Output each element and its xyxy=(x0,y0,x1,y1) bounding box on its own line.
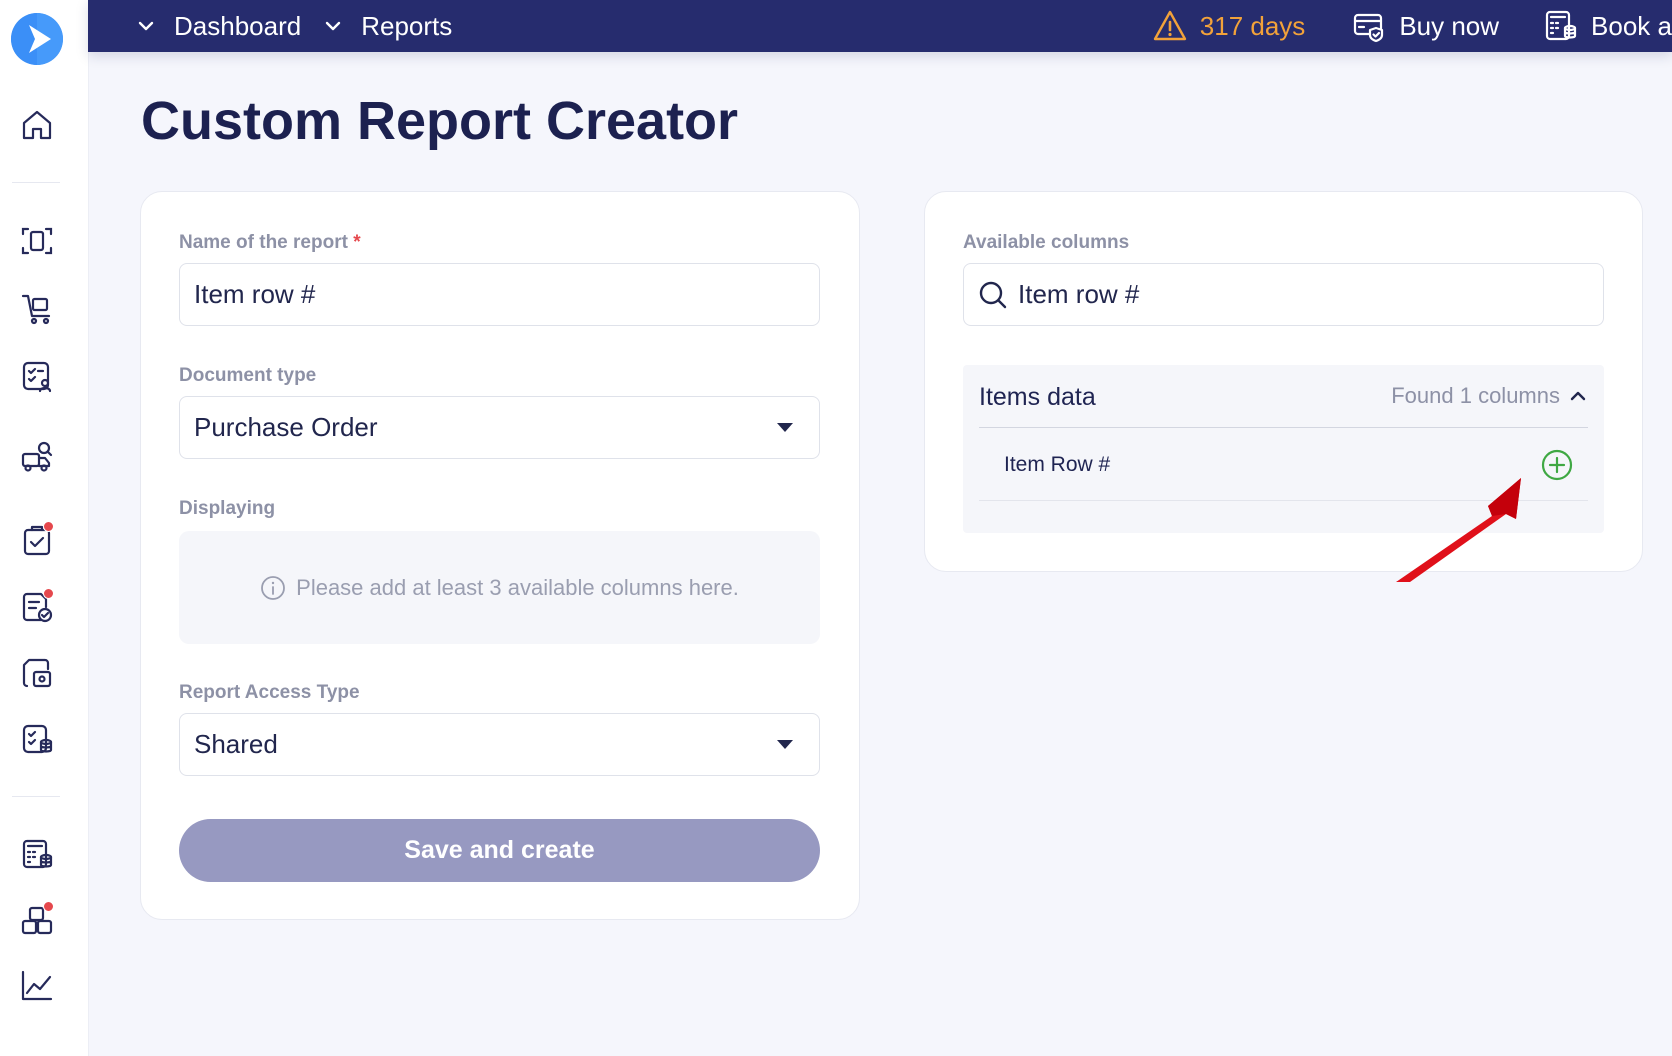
chevron-down-icon xyxy=(326,21,341,31)
caret-down-icon xyxy=(777,740,793,749)
sidebar-divider xyxy=(12,796,60,797)
boxes-icon[interactable] xyxy=(16,899,58,941)
analytics-chart-icon[interactable] xyxy=(16,965,58,1007)
add-column-icon[interactable] xyxy=(1541,449,1573,481)
access-type-value: Shared xyxy=(194,729,278,759)
book-demo-button[interactable]: Book a xyxy=(1543,8,1672,44)
document-type-select[interactable]: Purchase Order xyxy=(179,396,820,459)
document-approved-icon[interactable] xyxy=(16,586,58,628)
report-form-card: Name of the report * Item row # Document… xyxy=(140,191,860,920)
sidebar-divider xyxy=(12,182,60,183)
displaying-hint: Please add at least 3 available columns … xyxy=(296,574,739,600)
package-icon[interactable] xyxy=(16,652,58,694)
buy-now-button[interactable]: Buy now xyxy=(1351,8,1499,44)
task-user-icon[interactable] xyxy=(16,355,58,397)
document-type-value: Purchase Order xyxy=(194,412,378,442)
calculator-database-icon[interactable] xyxy=(16,833,58,875)
nav-dashboard[interactable]: Dashboard xyxy=(136,11,301,42)
trial-days-indicator[interactable]: 317 days xyxy=(1152,8,1306,44)
report-name-input[interactable]: Item row # xyxy=(179,263,820,326)
column-search-input[interactable]: Item row # xyxy=(963,263,1604,326)
report-name-label: Name of the report * xyxy=(179,232,361,254)
report-name-label-text: Name of the report xyxy=(179,232,348,253)
items-divider xyxy=(979,427,1588,428)
top-bar: Dashboard Reports 317 days Buy now Book … xyxy=(88,0,1672,52)
nav-dashboard-label: Dashboard xyxy=(174,10,302,41)
annotation-arrow xyxy=(1396,478,1521,582)
nav-reports-label: Reports xyxy=(361,10,453,41)
buy-now-label: Buy now xyxy=(1399,10,1500,41)
logo-play-icon xyxy=(11,13,63,65)
available-columns-label: Available columns xyxy=(963,232,1130,253)
trial-days-label: 317 days xyxy=(1199,10,1306,41)
access-type-label: Report Access Type xyxy=(179,682,360,703)
save-and-create-button[interactable]: Save and create xyxy=(179,819,820,882)
delivery-search-icon[interactable] xyxy=(16,436,58,478)
column-label: Item Row # xyxy=(1004,453,1111,476)
displaying-label: Displaying xyxy=(179,498,276,519)
chevron-down-icon xyxy=(138,21,154,31)
search-icon xyxy=(979,281,1007,308)
items-data-title[interactable]: Items data xyxy=(979,383,1096,412)
required-mark: * xyxy=(353,232,361,253)
document-type-label: Document type xyxy=(179,365,317,386)
report-name-value: Item row # xyxy=(194,279,316,309)
clipboard-check-icon[interactable] xyxy=(16,519,58,561)
cart-icon[interactable] xyxy=(16,287,58,329)
home-icon[interactable] xyxy=(16,104,58,146)
notification-dot xyxy=(43,521,54,532)
sidebar xyxy=(0,0,88,1056)
info-icon xyxy=(261,575,286,600)
calculator-database-icon xyxy=(1545,10,1577,41)
task-database-icon[interactable] xyxy=(16,718,58,760)
scan-document-icon[interactable] xyxy=(16,220,58,262)
notification-dot xyxy=(43,588,54,599)
column-search-value: Item row # xyxy=(1018,279,1140,309)
app-logo[interactable] xyxy=(11,13,63,65)
warning-icon xyxy=(1153,10,1186,41)
nav-reports[interactable]: Reports xyxy=(323,11,452,42)
credit-card-shield-icon xyxy=(1354,13,1384,43)
displaying-dropzone: Please add at least 3 available columns … xyxy=(179,531,820,644)
page-title: Custom Report Creator xyxy=(141,91,739,151)
items-data-count[interactable]: Found 1 columns xyxy=(1391,383,1588,409)
notification-dot xyxy=(43,901,54,912)
caret-down-icon xyxy=(777,423,793,432)
access-type-select[interactable]: Shared xyxy=(179,713,820,776)
items-data-count-label: Found 1 columns xyxy=(1391,383,1560,408)
top-bar-actions: 317 days Buy now Book a xyxy=(1106,0,1672,52)
chevron-up-icon xyxy=(1570,391,1586,401)
book-demo-label: Book a xyxy=(1591,10,1672,41)
